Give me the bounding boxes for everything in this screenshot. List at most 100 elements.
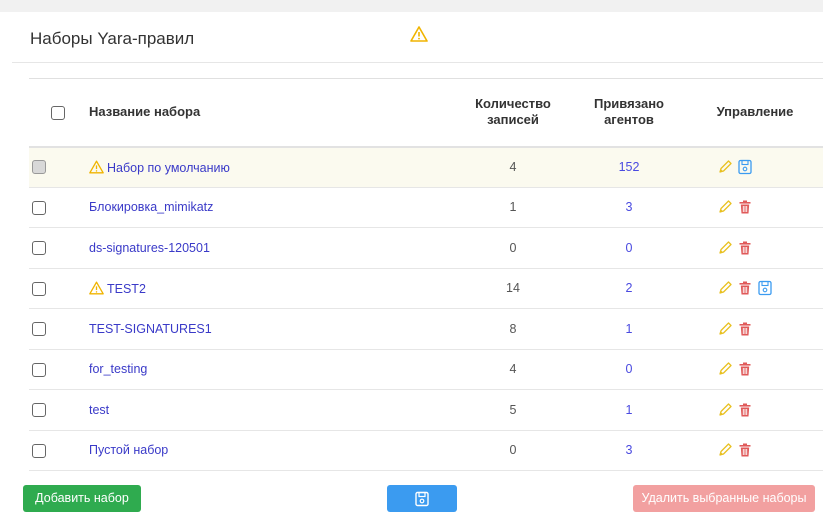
- row-actions: [687, 349, 823, 390]
- top-strip: [0, 0, 823, 12]
- pencil-icon[interactable]: [717, 159, 733, 175]
- table-row[interactable]: test 5 1: [29, 390, 823, 431]
- records-count: 8: [509, 321, 517, 336]
- select-all-cell: [29, 79, 87, 147]
- rule-sets-table: Название набора Количество записей Привя…: [29, 78, 823, 471]
- pencil-icon[interactable]: [717, 402, 733, 418]
- pencil-icon[interactable]: [717, 361, 733, 377]
- save-button[interactable]: [387, 485, 457, 512]
- warning-icon: [89, 160, 104, 174]
- set-name-cell[interactable]: TEST2: [87, 268, 455, 309]
- column-header-name[interactable]: Название набора: [87, 79, 455, 147]
- row-actions: [687, 228, 823, 269]
- trash-icon[interactable]: [737, 240, 753, 256]
- pencil-icon[interactable]: [717, 280, 733, 296]
- row-checkbox[interactable]: [32, 160, 46, 175]
- row-select-cell: [29, 309, 87, 350]
- row-checkbox[interactable]: [32, 403, 46, 418]
- rule-sets-panel: Наборы Yara-правил Название набора Колич…: [12, 12, 823, 518]
- set-name-cell[interactable]: Блокировка_mimikatz: [87, 187, 455, 228]
- table-body: Набор по умолчанию 4 152 Блокировка_mimikat…: [29, 146, 823, 471]
- row-checkbox[interactable]: [32, 281, 46, 296]
- row-checkbox[interactable]: [32, 200, 46, 215]
- row-select-cell: [29, 349, 87, 390]
- records-count: 0: [509, 240, 517, 255]
- row-actions: [687, 390, 823, 431]
- records-count: 0: [509, 443, 517, 458]
- trash-icon[interactable]: [737, 199, 753, 215]
- agents-count[interactable]: 3: [571, 430, 687, 471]
- agents-count[interactable]: 1: [571, 390, 687, 431]
- agents-count[interactable]: 1: [571, 309, 687, 350]
- pencil-icon[interactable]: [717, 240, 733, 256]
- row-select-cell: [29, 430, 87, 471]
- floppy-disk-icon[interactable]: [737, 159, 753, 175]
- delete-selected-button[interactable]: Удалить выбранные наборы: [633, 485, 815, 512]
- set-name-cell[interactable]: Пустой набор: [87, 430, 455, 471]
- table-row[interactable]: TEST2 14 2: [29, 268, 823, 309]
- floppy-disk-icon[interactable]: [757, 280, 773, 296]
- agents-count[interactable]: 3: [571, 187, 687, 228]
- records-count: 4: [509, 160, 517, 174]
- column-header-agents-label: Привязано агентов: [594, 96, 664, 128]
- table-row[interactable]: Блокировка_mimikatz 1 3: [29, 187, 823, 228]
- pencil-icon[interactable]: [717, 199, 733, 215]
- trash-icon[interactable]: [737, 361, 753, 377]
- row-select-cell: [29, 268, 87, 309]
- floppy-disk-icon: [415, 491, 429, 506]
- records-count: 14: [506, 281, 520, 296]
- trash-icon[interactable]: [737, 280, 753, 296]
- column-header-records-label: Количество записей: [475, 96, 551, 128]
- trash-icon[interactable]: [737, 442, 753, 458]
- row-select-cell: [29, 147, 87, 188]
- set-name-link[interactable]: Пустой набор: [89, 443, 168, 457]
- row-checkbox[interactable]: [32, 362, 46, 377]
- pencil-icon[interactable]: [717, 321, 733, 337]
- set-name-cell[interactable]: for_testing: [87, 349, 455, 390]
- agents-count[interactable]: 152: [571, 147, 687, 188]
- table-row[interactable]: Пустой набор 0 3: [29, 430, 823, 471]
- column-header-actions: Управление: [716, 104, 794, 120]
- panel-header: Наборы Yara-правил: [12, 12, 823, 63]
- agents-count[interactable]: 0: [571, 228, 687, 269]
- set-name-link[interactable]: Набор по умолчанию: [107, 161, 230, 175]
- set-name-link[interactable]: TEST-SIGNATURES1: [89, 322, 212, 336]
- add-set-button[interactable]: Добавить набор: [23, 485, 141, 512]
- table-header-row: Название набора Количество записей Привя…: [29, 78, 823, 147]
- table-row[interactable]: Набор по умолчанию 4 152: [29, 146, 823, 188]
- column-header-records[interactable]: Количество записей: [455, 79, 571, 147]
- row-checkbox[interactable]: [32, 443, 46, 458]
- table-row[interactable]: TEST-SIGNATURES1 8 1: [29, 309, 823, 350]
- records-count: 4: [509, 362, 517, 377]
- row-select-cell: [29, 228, 87, 269]
- row-select-cell: [29, 187, 87, 228]
- set-name-cell[interactable]: Набор по умолчанию: [87, 147, 455, 188]
- column-header-agents[interactable]: Привязано агентов: [571, 79, 687, 147]
- trash-icon[interactable]: [737, 321, 753, 337]
- set-name-cell[interactable]: ds-signatures-120501: [87, 228, 455, 269]
- set-name-link[interactable]: Блокировка_mimikatz: [89, 200, 213, 214]
- select-all-checkbox[interactable]: [51, 105, 65, 120]
- row-actions: [687, 309, 823, 350]
- table-row[interactable]: ds-signatures-120501 0 0: [29, 228, 823, 269]
- set-name-cell[interactable]: TEST-SIGNATURES1: [87, 309, 455, 350]
- set-name-link[interactable]: TEST2: [107, 282, 146, 296]
- row-actions: [687, 430, 823, 471]
- row-actions: [687, 187, 823, 228]
- row-checkbox[interactable]: [32, 322, 46, 337]
- set-name-link[interactable]: ds-signatures-120501: [89, 241, 210, 255]
- table-row[interactable]: for_testing 4 0: [29, 349, 823, 390]
- warning-icon: [410, 26, 428, 47]
- warning-icon: [89, 281, 104, 295]
- page-title: Наборы Yara-правил: [30, 29, 195, 48]
- agents-count[interactable]: 0: [571, 349, 687, 390]
- trash-icon[interactable]: [737, 402, 753, 418]
- set-name-link[interactable]: for_testing: [89, 362, 147, 376]
- records-count: 5: [509, 402, 517, 417]
- set-name-link[interactable]: test: [89, 403, 109, 417]
- agents-count[interactable]: 2: [571, 268, 687, 309]
- row-select-cell: [29, 390, 87, 431]
- set-name-cell[interactable]: test: [87, 390, 455, 431]
- row-checkbox[interactable]: [32, 241, 46, 256]
- pencil-icon[interactable]: [717, 442, 733, 458]
